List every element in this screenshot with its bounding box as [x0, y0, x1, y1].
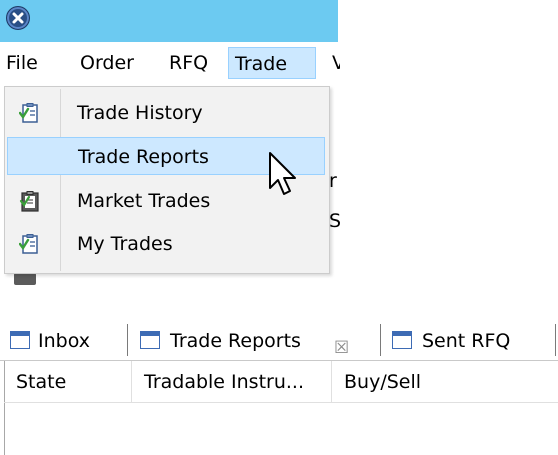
tab-label: Trade Reports — [170, 330, 301, 352]
tab-panel: Inbox Trade Reports ☒ Sent RFQ State Tra… — [0, 318, 558, 455]
menu-item-label: Trade Reports — [78, 146, 209, 168]
window-icon — [392, 331, 412, 349]
tab-trade-reports[interactable]: Trade Reports ☒ — [140, 326, 380, 358]
list-icon — [10, 331, 30, 349]
background-icon — [14, 273, 36, 285]
clipboard-icon — [19, 190, 41, 212]
close-tab-icon[interactable]: ☒ — [334, 333, 349, 363]
menu-item-label: Trade History — [77, 102, 203, 124]
menu-view[interactable]: V — [326, 47, 340, 79]
app-window: File Order RFQ Trade V r S Trade History — [0, 0, 342, 285]
column-header-tradable-instrument[interactable]: Tradable Instru... — [132, 361, 332, 403]
tab-sent-rfq[interactable]: Sent RFQ — [392, 326, 542, 356]
tab-strip: Inbox Trade Reports ☒ Sent RFQ — [0, 318, 558, 360]
mouse-cursor-icon — [264, 150, 304, 204]
checklist-icon — [18, 233, 41, 255]
menu-item-my-trades[interactable]: My Trades — [7, 225, 325, 263]
title-bar — [0, 0, 338, 42]
tab-divider — [127, 324, 128, 356]
app-close-icon[interactable] — [6, 6, 30, 30]
menu-rfq[interactable]: RFQ — [163, 47, 214, 79]
tab-label: Sent RFQ — [422, 330, 511, 352]
column-header-buy-sell[interactable]: Buy/Sell — [332, 361, 558, 403]
trade-reports-table: State Tradable Instru... Buy/Sell — [0, 360, 558, 455]
checklist-icon — [18, 102, 41, 124]
menu-order[interactable]: Order — [74, 47, 140, 79]
column-header-state[interactable]: State — [4, 361, 132, 403]
background-text-fragment: S — [329, 210, 342, 232]
menu-file[interactable]: File — [0, 47, 44, 79]
background-text-fragment: r — [329, 170, 337, 192]
menu-item-trade-history[interactable]: Trade History — [7, 94, 325, 132]
tab-inbox[interactable]: Inbox — [10, 326, 118, 356]
tab-divider — [380, 324, 381, 356]
menu-trade[interactable]: Trade — [228, 47, 316, 79]
tab-label: Inbox — [38, 330, 90, 352]
tab-divider — [555, 324, 556, 356]
menu-item-label: My Trades — [77, 233, 173, 255]
menu-bar: File Order RFQ Trade V — [0, 42, 340, 86]
window-icon — [140, 331, 160, 349]
menu-item-label: Market Trades — [77, 190, 211, 212]
